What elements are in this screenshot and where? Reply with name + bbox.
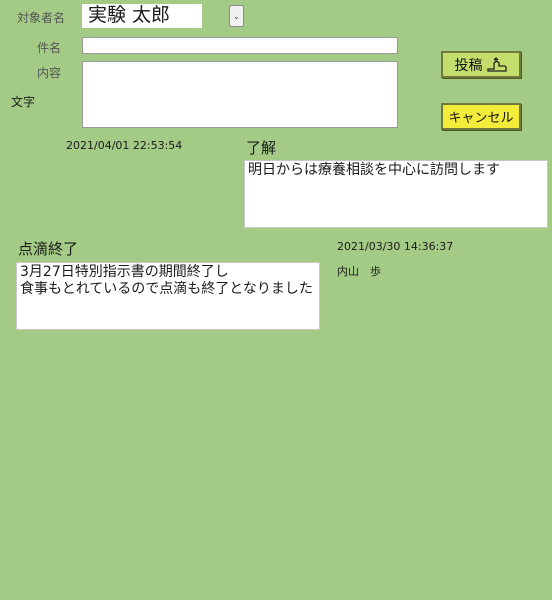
content-label: 内容 — [37, 66, 62, 80]
subject-label: 対象者名 — [17, 11, 66, 25]
post-author: 内山 歩 — [337, 265, 381, 278]
post-title: 点滴終了 — [18, 240, 79, 258]
post-body: 3月27日特別指示書の期間終了し 食事もとれているので点滴も終了となりました — [16, 262, 320, 330]
send-hand-icon — [486, 56, 508, 73]
cancel-button-label: キャンセル — [448, 111, 514, 126]
subject-select[interactable]: 実験 太郎 — [82, 4, 202, 28]
post-body: 明日からは療養相談を中心に訪問します — [244, 160, 548, 228]
chevron-down-icon: ⌄ — [233, 11, 240, 21]
cancel-button[interactable]: キャンセル — [441, 103, 521, 130]
title-input[interactable] — [82, 37, 398, 54]
subject-dropdown-button[interactable]: ⌄ — [229, 5, 244, 27]
title-label: 件名 — [37, 41, 62, 55]
content-textarea[interactable] — [82, 61, 398, 128]
post-title: 了解 — [246, 139, 277, 157]
post-timestamp: 2021/04/01 22:53:54 — [66, 139, 183, 152]
post-timestamp: 2021/03/30 14:36:37 — [337, 240, 454, 253]
post-button-label: 投稿 — [454, 57, 483, 74]
text-label: 文字 — [11, 95, 36, 109]
post-button[interactable]: 投稿 — [441, 51, 521, 78]
